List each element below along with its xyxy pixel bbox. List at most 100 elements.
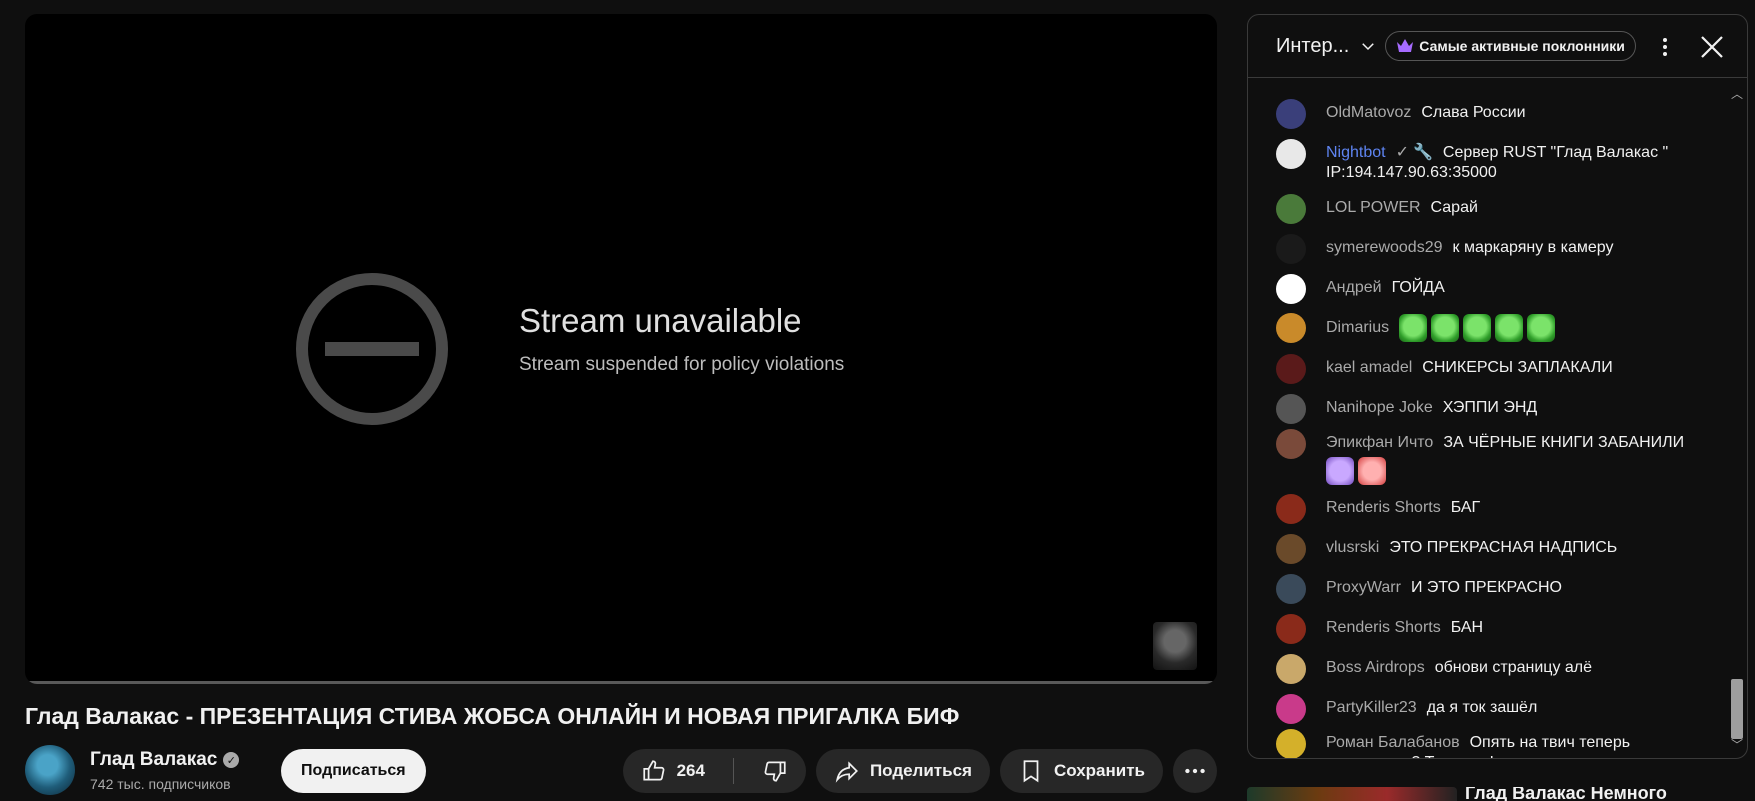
- blocked-circle-icon: [296, 273, 448, 425]
- chat-message: vlusrski ЭТО ПРЕКРАСНАЯ НАДПИСЬ: [1276, 534, 1706, 564]
- chat-message: OldMatovoz Слава России: [1276, 99, 1706, 129]
- video-title: Глад Валакас - ПРЕЗЕНТАЦИЯ СТИВА ЖОБСА О…: [25, 703, 960, 729]
- error-title: Stream unavailable: [519, 302, 802, 339]
- verified-icon: ✓: [1395, 144, 1409, 161]
- scroll-down-icon[interactable]: ﹀: [1731, 736, 1743, 753]
- chat-header: Интер... Самые активные поклонники: [1248, 15, 1747, 78]
- channel-watermark[interactable]: [1153, 622, 1197, 670]
- author-name[interactable]: Renderis Shorts: [1326, 619, 1441, 636]
- top-fans-chip[interactable]: Самые активные поклонники: [1385, 31, 1636, 61]
- channel-avatar[interactable]: [25, 745, 75, 795]
- chat-message: Эпикфан Ичто ЗА ЧЁРНЫЕ КНИГИ ЗАБАНИЛИ: [1276, 429, 1706, 485]
- emote-icon: [1326, 457, 1354, 485]
- author-name[interactable]: OldMatovoz: [1326, 104, 1411, 121]
- author-avatar[interactable]: [1276, 694, 1306, 724]
- author-name[interactable]: PartyKiller23: [1326, 699, 1417, 716]
- wrench-icon: 🔧: [1413, 144, 1433, 161]
- author-avatar[interactable]: [1276, 494, 1306, 524]
- author-avatar[interactable]: [1276, 394, 1306, 424]
- recommended-video[interactable]: Глад Валакас Немного: [1247, 787, 1748, 801]
- dislike-button[interactable]: [744, 749, 806, 793]
- chat-message: Андрей ГОЙДА: [1276, 274, 1706, 304]
- message-text: БАГ: [1450, 499, 1481, 516]
- save-button[interactable]: Сохранить: [999, 749, 1163, 793]
- channel-name-row[interactable]: Глад Валакас ✓: [90, 749, 240, 771]
- close-icon[interactable]: [1697, 32, 1727, 62]
- like-count: 264: [676, 761, 705, 780]
- author-avatar[interactable]: [1276, 614, 1306, 644]
- chat-message: Nightbot ✓ 🔧 Сервер RUST "Глад Валакас " IP…: [1276, 139, 1706, 183]
- top-fans-label: Самые активные поклонники: [1419, 38, 1625, 54]
- author-name[interactable]: kael amadel: [1326, 359, 1412, 376]
- frog-emote-icon: [1463, 314, 1492, 342]
- like-button[interactable]: 264: [623, 749, 723, 793]
- error-subtitle: Stream suspended for policy violations: [519, 354, 845, 375]
- more-actions-button[interactable]: [1173, 749, 1217, 793]
- author-name[interactable]: Renderis Shorts: [1326, 499, 1441, 516]
- author-avatar[interactable]: [1276, 234, 1306, 264]
- author-name[interactable]: Nanihope Joke: [1326, 399, 1433, 416]
- author-name[interactable]: Роман Балабанов: [1326, 734, 1460, 751]
- crown-icon: [1397, 39, 1414, 52]
- author-avatar[interactable]: [1276, 729, 1306, 758]
- chat-message-list[interactable]: OldMatovoz Слава России Nightbot ✓ 🔧 Сервер …: [1248, 79, 1747, 758]
- recommended-title[interactable]: Глад Валакас Немного: [1465, 787, 1667, 801]
- chat-scrollbar[interactable]: ︿ ﹀: [1729, 79, 1743, 757]
- live-chat: Интер... Самые активные поклонники OldMa…: [1247, 14, 1748, 759]
- crying-emote-icon: [1358, 457, 1386, 485]
- subscriber-count: 742 тыс. подписчиков: [90, 776, 231, 792]
- author-name[interactable]: symerewoods29: [1326, 239, 1443, 256]
- more-vertical-icon[interactable]: [1653, 35, 1677, 59]
- bookmark-icon: [1023, 760, 1039, 783]
- author-name[interactable]: Nightbot: [1326, 144, 1386, 161]
- author-avatar[interactable]: [1276, 194, 1306, 224]
- channel-name[interactable]: Глад Валакас: [90, 749, 217, 771]
- author-name[interactable]: Андрей: [1326, 279, 1382, 296]
- author-name[interactable]: Эпикфан Ичто: [1326, 434, 1433, 451]
- author-avatar[interactable]: [1276, 534, 1306, 564]
- message-text: да я ток зашёл: [1426, 699, 1538, 716]
- chat-message: Renderis Shorts БАГ: [1276, 494, 1706, 524]
- subscribe-button[interactable]: Подписаться: [281, 749, 426, 793]
- author-avatar[interactable]: [1276, 274, 1306, 304]
- author-name[interactable]: vlusrski: [1326, 539, 1379, 556]
- scroll-thumb[interactable]: [1731, 679, 1743, 739]
- chat-message: Dimarius: [1276, 313, 1706, 343]
- author-avatar[interactable]: [1276, 139, 1306, 169]
- message-text: ЗА ЧЁРНЫЕ КНИГИ ЗАБАНИЛИ: [1443, 434, 1685, 451]
- author-name[interactable]: Dimarius: [1326, 318, 1389, 338]
- message-text: к маркаряну в камеру: [1452, 239, 1614, 256]
- chat-message: Роман БалабановОпять на твич теперь пере…: [1276, 729, 1706, 758]
- message-text: ХЭППИ ЭНД: [1442, 399, 1538, 416]
- chat-message: symerewoods29 к маркаряну в камеру: [1276, 234, 1706, 264]
- message-text: обнови страницу алё: [1434, 659, 1593, 676]
- author-name[interactable]: ProxyWarr: [1326, 579, 1401, 596]
- scroll-up-icon[interactable]: ︿: [1731, 85, 1743, 102]
- video-player[interactable]: Stream unavailable Stream suspended for …: [25, 14, 1217, 684]
- thumbs-up-icon: [642, 760, 664, 781]
- author-name[interactable]: LOL POWER: [1326, 199, 1421, 216]
- author-avatar[interactable]: [1276, 354, 1306, 384]
- recommended-thumbnail[interactable]: [1247, 787, 1457, 801]
- author-avatar[interactable]: [1276, 313, 1306, 343]
- message-text: ГОЙДА: [1391, 279, 1445, 296]
- thumbs-down-icon: [764, 761, 786, 782]
- chat-message: Renderis Shorts БАН: [1276, 614, 1706, 644]
- progress-bar[interactable]: [25, 681, 1217, 684]
- frog-emote-icon: [1495, 314, 1524, 342]
- author-avatar[interactable]: [1276, 429, 1306, 459]
- like-dislike-group: 264: [622, 749, 806, 793]
- chat-message: LOL POWER Сарай: [1276, 194, 1706, 224]
- message-text: И ЭТО ПРЕКРАСНО: [1410, 579, 1562, 596]
- chat-mode-title[interactable]: Интер...: [1276, 35, 1349, 58]
- chevron-down-icon[interactable]: [1359, 37, 1377, 55]
- author-avatar[interactable]: [1276, 654, 1306, 684]
- author-avatar[interactable]: [1276, 99, 1306, 129]
- author-name[interactable]: Boss Airdrops: [1326, 659, 1425, 676]
- error-block: Stream unavailable Stream suspended for …: [287, 264, 844, 434]
- share-button[interactable]: Поделиться: [815, 749, 990, 793]
- message-text: БАН: [1450, 619, 1484, 636]
- frog-emote-icon: [1399, 314, 1428, 342]
- author-avatar[interactable]: [1276, 574, 1306, 604]
- chat-message: Boss Airdrops обнови страницу алё: [1276, 654, 1706, 684]
